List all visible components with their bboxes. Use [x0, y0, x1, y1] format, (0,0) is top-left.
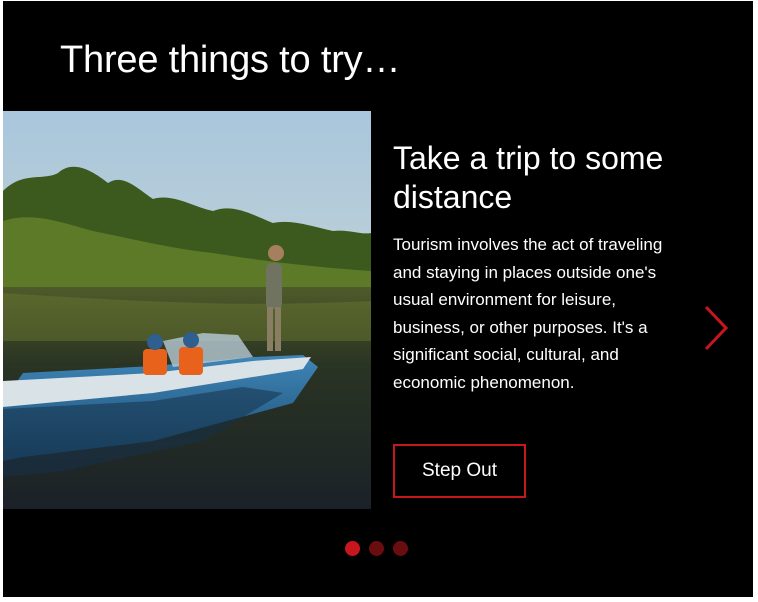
pagination-dot[interactable] [345, 541, 360, 556]
slide-title: Take a trip to some distance [393, 140, 664, 215]
carousel-heading: Three things to try… [60, 39, 401, 81]
carousel-panel: Three things to try… Take a trip to some… [3, 1, 753, 597]
next-slide-button[interactable] [698, 301, 732, 355]
step-out-button[interactable]: Step Out [393, 444, 526, 498]
page-frame: Three things to try… Take a trip to some… [0, 0, 758, 602]
chevron-right-icon [704, 305, 729, 351]
slide-description: Tourism involves the act of traveling an… [393, 235, 663, 392]
slide-image [3, 111, 371, 509]
pagination-dot[interactable] [369, 541, 384, 556]
pagination-dot[interactable] [393, 541, 408, 556]
carousel-pagination [345, 541, 408, 557]
